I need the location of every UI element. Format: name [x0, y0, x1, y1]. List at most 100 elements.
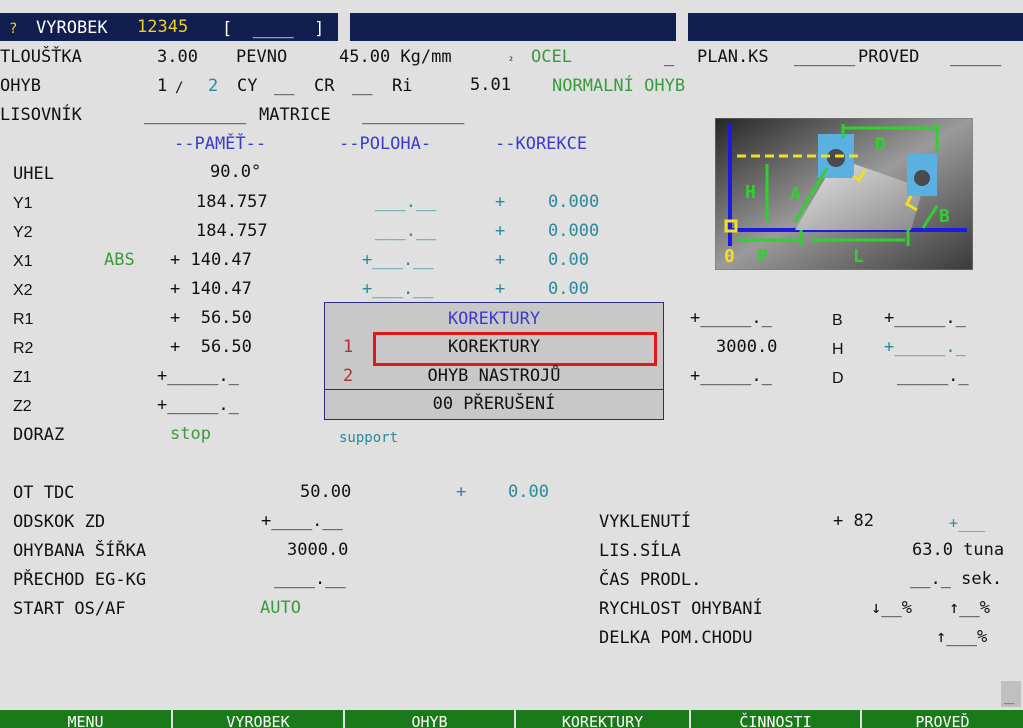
strength-label: PEVNO	[236, 47, 288, 67]
fkey-product-label: VYROBEK	[226, 713, 290, 728]
deflection-value[interactable]: + 82	[833, 511, 874, 531]
fkey-execute-label: PROVEĎ	[915, 713, 970, 728]
x2-label: X2	[13, 282, 33, 299]
x1-memory[interactable]: + 140.47	[170, 250, 252, 270]
cy-field[interactable]: __	[274, 76, 294, 96]
speed-up-field[interactable]: ↑__%	[949, 598, 990, 618]
y2-memory[interactable]: 184.757	[196, 221, 268, 241]
length-field[interactable]: ↑___%	[936, 627, 987, 647]
support-label[interactable]: support	[339, 428, 398, 448]
thickness-label: TLOUŠŤKA	[0, 47, 82, 67]
stop-value[interactable]: stop	[170, 424, 211, 444]
fkey-menu[interactable]: MENU	[0, 710, 171, 728]
deflection-field[interactable]: +___	[949, 513, 985, 533]
x1-correction[interactable]: 0.00	[548, 250, 589, 270]
die-field[interactable]: __________	[362, 105, 464, 125]
z2-label: Z2	[13, 398, 32, 415]
popup-item-2-label: OHYB NASTROJŮ	[427, 366, 561, 386]
plan-field[interactable]: ______	[794, 47, 855, 67]
bend-mode[interactable]: NORMALNÍ OHYB	[552, 76, 685, 96]
delay-value[interactable]: __._ sek.	[910, 569, 1002, 589]
fkey-product[interactable]: VYROBEK	[173, 710, 343, 728]
force-value[interactable]: 63.0 tuna	[912, 540, 1004, 560]
z2-memory[interactable]: +_____._	[157, 395, 239, 415]
help-button[interactable]: ?	[9, 19, 17, 39]
y2-position[interactable]: ___.__	[375, 221, 436, 241]
speed-down-field[interactable]: ↓__%	[871, 598, 912, 618]
bend-label: OHYB	[0, 76, 41, 96]
popup-cancel[interactable]: 00 PŘERUŠENÍ	[325, 390, 663, 419]
diagram-label-h: H	[745, 182, 756, 203]
product-bracket-field[interactable]: [ ____ ]	[222, 19, 324, 39]
odskok-label: ODSKOK ZD	[13, 512, 106, 532]
thickness-value[interactable]: 3.00	[157, 47, 198, 67]
product-number[interactable]: 12345	[137, 17, 188, 37]
popup-item-1[interactable]: 1 KOREKTURY	[325, 333, 663, 362]
y1-memory[interactable]: 184.757	[196, 192, 268, 212]
popup-item-2-number: 2	[343, 366, 354, 386]
r2-memory[interactable]: + 56.50	[170, 337, 252, 357]
strength-unit-mark: ²	[508, 56, 515, 67]
width-value[interactable]: 3000.0	[287, 540, 348, 560]
popup-item-2[interactable]: 2 OHYB NASTROJŮ	[325, 362, 663, 391]
diagram-label-zero: 0	[724, 246, 735, 267]
start-value[interactable]: AUTO	[260, 598, 301, 618]
fkey-execute[interactable]: PROVEĎ	[862, 710, 1023, 728]
header-bar-right	[688, 13, 1023, 41]
done-field[interactable]: _____	[950, 47, 1001, 67]
x1-position[interactable]: +___.__	[362, 250, 434, 270]
corrections-popup: KOREKTURY 1 KOREKTURY 2 OHYB NASTROJŮ 00…	[324, 302, 664, 420]
r1-memory[interactable]: + 56.50	[170, 308, 252, 328]
odskok-field[interactable]: +____.__	[261, 511, 343, 531]
ot-value[interactable]: 50.00	[300, 482, 351, 502]
cr-field[interactable]: __	[352, 76, 372, 96]
ot-corr-sign: +	[456, 482, 467, 502]
transition-field[interactable]: ____.__	[274, 569, 346, 589]
ri-value[interactable]: 5.01	[470, 75, 511, 95]
r2-right-field[interactable]: 3000.0	[716, 337, 777, 357]
cr-label: CR	[314, 76, 335, 96]
col-correction-header: --KOREKCE	[495, 134, 588, 154]
diagram-label-b: B	[939, 206, 950, 227]
angle-label: UHEL	[13, 164, 54, 184]
transition-label: PŘECHOD EG-KG	[13, 570, 147, 590]
material-blank[interactable]: _	[664, 47, 674, 67]
r1-right-field[interactable]: +_____._	[690, 308, 772, 328]
fkey-corrections[interactable]: KOREKTURY	[516, 710, 689, 728]
h-field[interactable]: +_____._	[884, 337, 966, 357]
z1-memory[interactable]: +_____._	[157, 366, 239, 386]
angle-value[interactable]: 90.0°	[210, 162, 261, 182]
y2-correction[interactable]: 0.000	[548, 221, 599, 241]
bend-diagram: D H A B P L 0	[715, 118, 973, 270]
x2-position[interactable]: +___.__	[362, 279, 434, 299]
y1-correction[interactable]: 0.000	[548, 192, 599, 212]
y1-position[interactable]: ___.__	[375, 192, 436, 212]
x2-correction[interactable]: 0.00	[548, 279, 589, 299]
d-field[interactable]: _____._	[897, 366, 969, 386]
b-field[interactable]: +_____._	[884, 308, 966, 328]
x1-label: X1	[13, 253, 33, 270]
cursor-mark[interactable]: _	[1001, 681, 1021, 707]
ot-correction[interactable]: 0.00	[508, 482, 549, 502]
z1-right-field[interactable]: +_____._	[690, 366, 772, 386]
die-label: MATRICE	[259, 105, 331, 125]
speed-label: RYCHLOST OHYBANÍ	[599, 599, 763, 619]
bend-current[interactable]: 1	[157, 76, 167, 96]
y1-corr-sign: +	[495, 192, 506, 212]
stop-label: DORAZ	[13, 425, 65, 445]
x2-memory[interactable]: + 140.47	[170, 279, 252, 299]
d-label: D	[832, 370, 844, 387]
done-label: PROVED	[858, 47, 920, 67]
r2-label: R2	[13, 340, 34, 357]
fkey-menu-label: MENU	[67, 713, 104, 728]
material-name[interactable]: OCEL	[531, 47, 572, 67]
fkey-bend[interactable]: OHYB	[345, 710, 514, 728]
strength-value[interactable]: 45.00 Kg/mm	[339, 47, 452, 67]
fkey-activities[interactable]: ČINNOSTI	[691, 710, 860, 728]
punch-field[interactable]: __________	[144, 105, 246, 125]
fkey-bend-label: OHYB	[411, 713, 448, 728]
abs-mode[interactable]: ABS	[104, 250, 135, 270]
deflection-label: VYKLENUTÍ	[599, 512, 692, 532]
diagram-label-a: A	[790, 184, 801, 205]
b-label: B	[832, 312, 843, 329]
